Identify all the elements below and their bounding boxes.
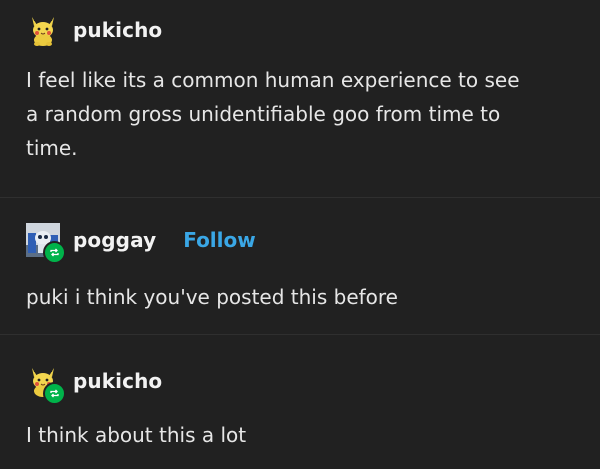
avatar[interactable] xyxy=(26,13,60,47)
username[interactable]: pukicho xyxy=(73,18,162,42)
username[interactable]: poggay xyxy=(73,228,156,252)
post-original: pukicho I feel like its a common human e… xyxy=(0,0,600,196)
post-body: I think about this a lot xyxy=(26,418,586,452)
avatar[interactable] xyxy=(26,223,66,264)
reblog-icon xyxy=(43,241,66,264)
post-reblog: poggay Follow puki i think you've posted… xyxy=(0,198,600,333)
post-text-line: a random gross unidentifiable goo from t… xyxy=(26,102,501,126)
post-reblog: pukicho I think about this a lot xyxy=(0,335,600,469)
reblog-icon xyxy=(43,382,66,405)
post-text-line: puki i think you've posted this before xyxy=(26,285,398,309)
post-text-line: I feel like its a common human experienc… xyxy=(26,68,520,92)
follow-button[interactable]: Follow xyxy=(183,228,256,252)
post-header: pukicho xyxy=(26,364,162,405)
post-body: puki i think you've posted this before xyxy=(26,280,586,314)
post-header: pukicho xyxy=(26,14,162,46)
pikachu-plush-icon xyxy=(32,17,54,46)
username[interactable]: pukicho xyxy=(73,369,162,393)
post-header: poggay Follow xyxy=(26,223,256,264)
avatar[interactable] xyxy=(26,364,66,405)
post-body: I feel like its a common human experienc… xyxy=(26,63,586,165)
post-text-line: I think about this a lot xyxy=(26,423,247,447)
post-text-line: time. xyxy=(26,136,78,160)
